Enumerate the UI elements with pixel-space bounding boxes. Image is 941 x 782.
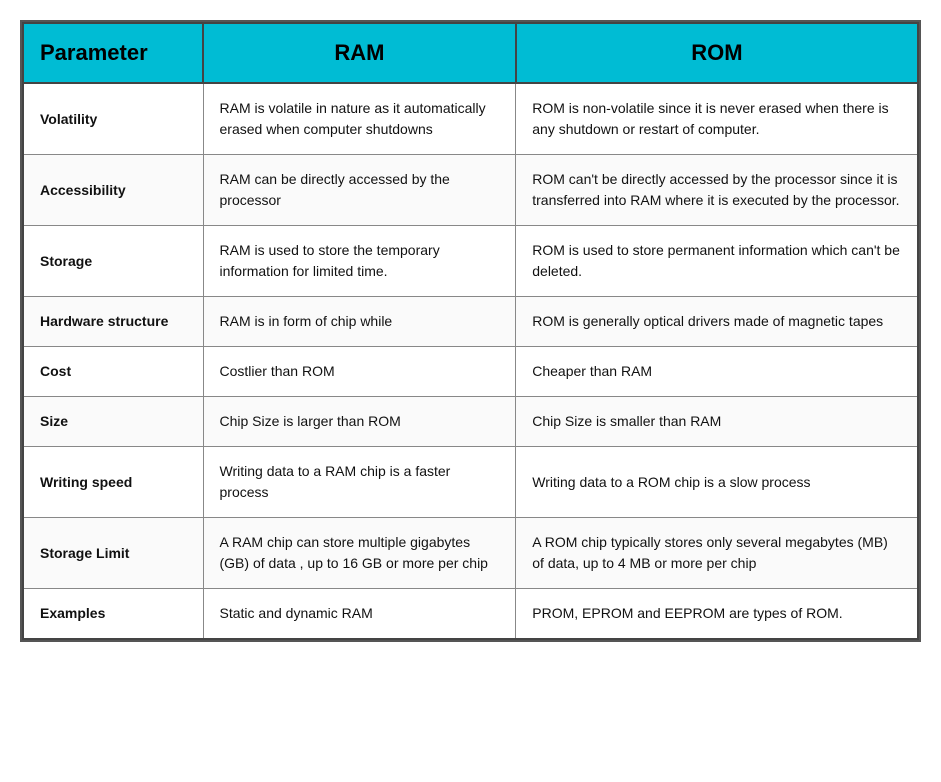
table-row: CostCostlier than ROMCheaper than RAM — [23, 347, 918, 397]
table-row: SizeChip Size is larger than ROMChip Siz… — [23, 397, 918, 447]
cell-ram: Chip Size is larger than ROM — [203, 397, 516, 447]
cell-parameter: Volatility — [23, 83, 203, 155]
table-row: StorageRAM is used to store the temporar… — [23, 226, 918, 297]
cell-rom: ROM is non-volatile since it is never er… — [516, 83, 918, 155]
cell-ram: Static and dynamic RAM — [203, 589, 516, 640]
cell-parameter: Examples — [23, 589, 203, 640]
table-header-row: Parameter RAM ROM — [23, 23, 918, 83]
header-parameter: Parameter — [23, 23, 203, 83]
header-ram: RAM — [203, 23, 516, 83]
cell-parameter: Cost — [23, 347, 203, 397]
table-row: AccessibilityRAM can be directly accesse… — [23, 155, 918, 226]
cell-rom: Writing data to a ROM chip is a slow pro… — [516, 447, 918, 518]
comparison-table-container: Parameter RAM ROM VolatilityRAM is volat… — [20, 20, 921, 642]
cell-parameter: Hardware structure — [23, 297, 203, 347]
cell-rom: A ROM chip typically stores only several… — [516, 518, 918, 589]
cell-rom: Chip Size is smaller than RAM — [516, 397, 918, 447]
cell-ram: RAM can be directly accessed by the proc… — [203, 155, 516, 226]
cell-rom: ROM is generally optical drivers made of… — [516, 297, 918, 347]
cell-parameter: Accessibility — [23, 155, 203, 226]
table-row: VolatilityRAM is volatile in nature as i… — [23, 83, 918, 155]
cell-parameter: Storage Limit — [23, 518, 203, 589]
cell-ram: Writing data to a RAM chip is a faster p… — [203, 447, 516, 518]
cell-rom: ROM is used to store permanent informati… — [516, 226, 918, 297]
cell-ram: RAM is in form of chip while — [203, 297, 516, 347]
cell-parameter: Writing speed — [23, 447, 203, 518]
cell-ram: A RAM chip can store multiple gigabytes … — [203, 518, 516, 589]
table-row: Storage LimitA RAM chip can store multip… — [23, 518, 918, 589]
cell-ram: Costlier than ROM — [203, 347, 516, 397]
cell-parameter: Size — [23, 397, 203, 447]
ram-rom-comparison-table: Parameter RAM ROM VolatilityRAM is volat… — [22, 22, 919, 640]
cell-ram: RAM is used to store the temporary infor… — [203, 226, 516, 297]
table-row: Hardware structureRAM is in form of chip… — [23, 297, 918, 347]
cell-rom: Cheaper than RAM — [516, 347, 918, 397]
cell-parameter: Storage — [23, 226, 203, 297]
table-row: Writing speedWriting data to a RAM chip … — [23, 447, 918, 518]
header-rom: ROM — [516, 23, 918, 83]
cell-rom: ROM can't be directly accessed by the pr… — [516, 155, 918, 226]
table-row: ExamplesStatic and dynamic RAMPROM, EPRO… — [23, 589, 918, 640]
cell-ram: RAM is volatile in nature as it automati… — [203, 83, 516, 155]
cell-rom: PROM, EPROM and EEPROM are types of ROM. — [516, 589, 918, 640]
